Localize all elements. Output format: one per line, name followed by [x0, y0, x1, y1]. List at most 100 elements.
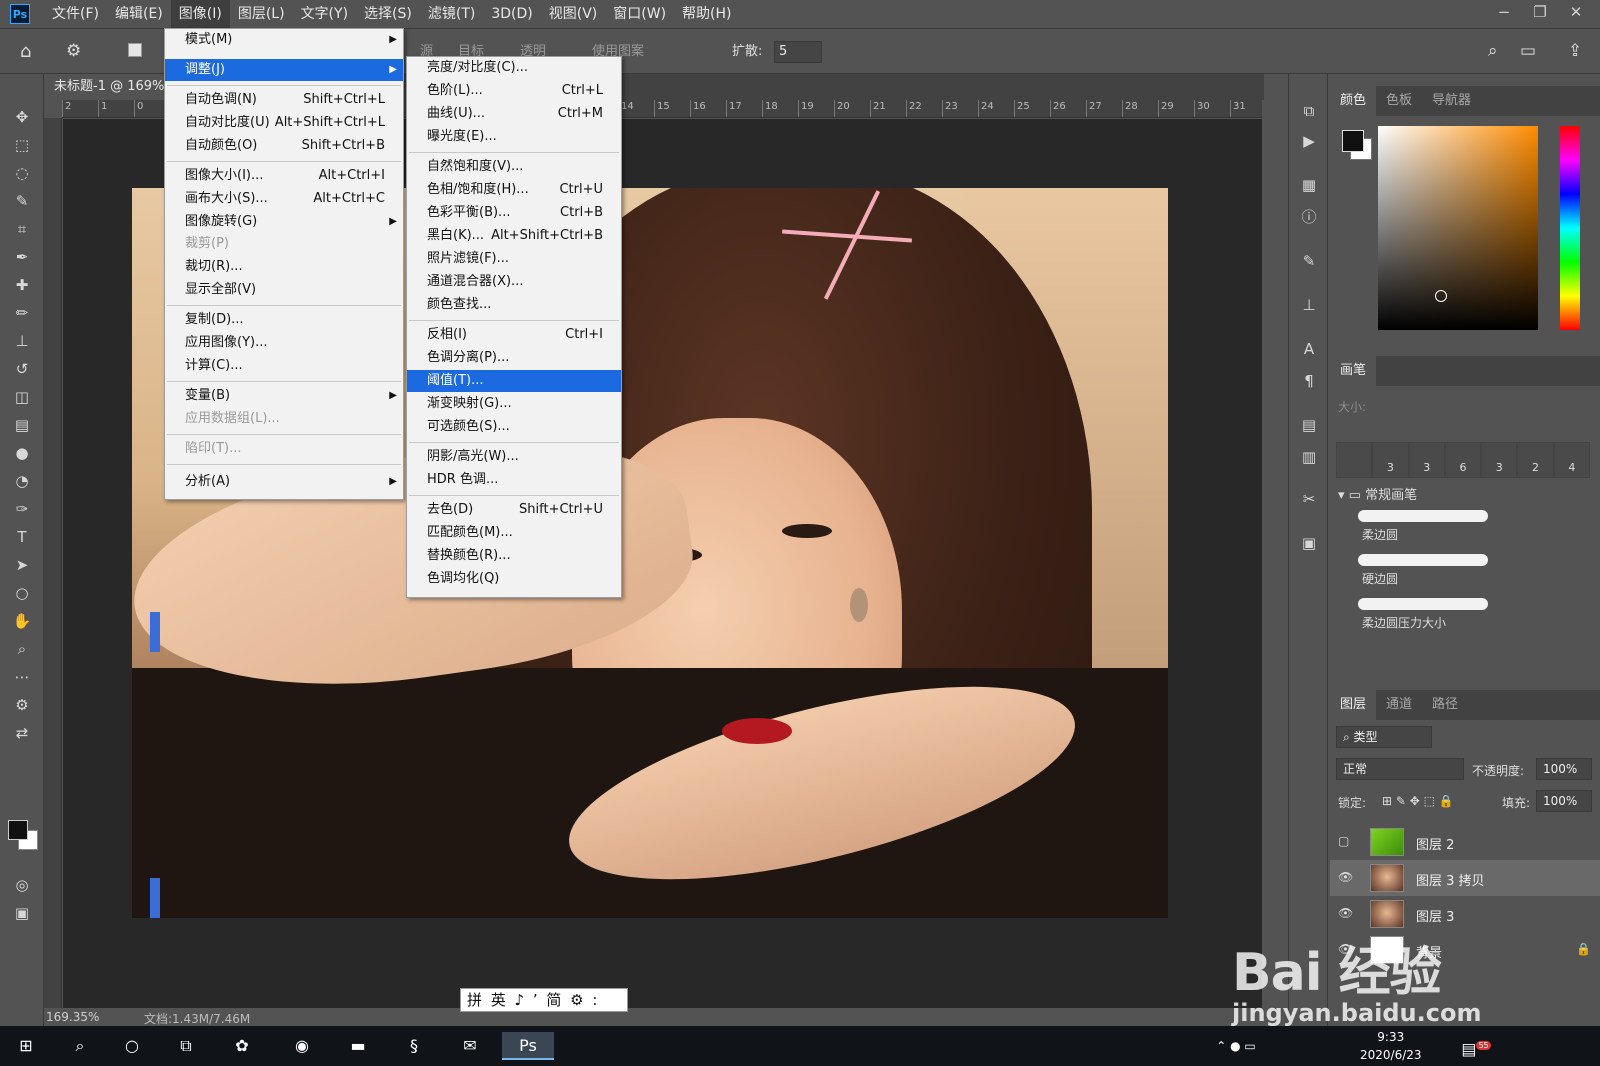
menu-item-image-size[interactable]: 图像大小(I)... Alt+Ctrl+I — [165, 165, 403, 187]
properties-icon[interactable]: ▣ — [1297, 532, 1321, 554]
menu-item-threshold[interactable]: 阈值(T)... — [407, 370, 621, 392]
menu-item-apply-image[interactable]: 应用图像(Y)... — [165, 332, 403, 354]
hand-tool-icon[interactable]: ✋ — [10, 610, 34, 632]
ime-toolbar[interactable]: 拼 英 ♪ ’ 简 ⚙ : — [460, 988, 628, 1012]
menu-item-curves[interactable]: 曲线(U)... Ctrl+M — [407, 103, 621, 125]
menu-item-reveal-all[interactable]: 显示全部(V) — [165, 279, 403, 301]
blur-tool-icon[interactable]: ● — [10, 442, 34, 464]
tool-presets-icon[interactable]: ✂ — [1297, 488, 1321, 510]
paragraph-icon[interactable]: ¶ — [1297, 370, 1321, 392]
menu-item-vibrance[interactable]: 自然饱和度(V)... — [407, 156, 621, 178]
brush-preset[interactable]: 2 — [1517, 442, 1554, 478]
crop-tool-icon[interactable]: ⌗ — [10, 218, 34, 240]
restore-icon[interactable]: ❐ — [1522, 0, 1558, 28]
menu-file[interactable]: 文件(F) — [44, 0, 107, 28]
menu-item-auto-color[interactable]: 自动颜色(O) Shift+Ctrl+B — [165, 135, 403, 157]
lock-icons[interactable]: ⊞ ✎ ✥ ⬚ 🔒 — [1382, 794, 1454, 808]
document-info[interactable]: 文档:1.43M/7.46M — [144, 1010, 250, 1027]
brush-preset[interactable]: 3 — [1372, 442, 1409, 478]
menu-item-variables[interactable]: 变量(B) ▶ — [165, 385, 403, 407]
menu-item-levels[interactable]: 色阶(L)... Ctrl+L — [407, 80, 621, 102]
clone-stamp-tool-icon[interactable]: ⊥ — [10, 330, 34, 352]
blend-mode-select[interactable]: 正常 — [1336, 758, 1464, 780]
menu-view[interactable]: 视图(V) — [541, 0, 606, 28]
tab-channels[interactable]: 通道 — [1376, 690, 1422, 720]
visibility-off-icon[interactable]: ▢ — [1338, 834, 1354, 848]
eyedropper-tool-icon[interactable]: ✒ — [10, 246, 34, 268]
menu-item-auto-tone[interactable]: 自动色调(N) Shift+Ctrl+L — [165, 89, 403, 111]
cortana-icon[interactable]: ○ — [112, 1032, 152, 1060]
tab-layers[interactable]: 图层 — [1330, 690, 1377, 720]
brush-preset[interactable] — [1336, 442, 1373, 478]
menu-item-equalize[interactable]: 色调均化(Q) — [407, 568, 621, 590]
menu-item-desaturate[interactable]: 去色(D) Shift+Ctrl+U — [407, 499, 621, 521]
menu-item-mode[interactable]: 模式(M) ▶ — [165, 29, 403, 51]
brush-item[interactable]: 柔边圆压力大小 — [1358, 598, 1488, 636]
share-icon[interactable]: ⇪ — [1568, 41, 1582, 61]
tab-color[interactable]: 颜色 — [1330, 86, 1377, 116]
brush-item[interactable]: 硬边圆 — [1358, 554, 1488, 592]
adjustments-icon[interactable]: ▦ — [1297, 174, 1321, 196]
menu-item-image-rotation[interactable]: 图像旋转(G) ▶ — [165, 211, 403, 233]
menu-help[interactable]: 帮助(H) — [674, 0, 739, 28]
edit-toolbar-icon[interactable]: ⋯ — [10, 666, 34, 688]
photoshop-taskbar-icon[interactable]: Ps — [502, 1032, 554, 1060]
document-tab[interactable]: 未标题-1 @ 169% — [44, 74, 175, 100]
menu-select[interactable]: 选择(S) — [356, 0, 420, 28]
brush-item[interactable]: 柔边圆 — [1358, 510, 1488, 548]
brush-preset[interactable]: 4 — [1553, 442, 1590, 478]
history-brush-tool-icon[interactable]: ↺ — [10, 358, 34, 380]
menu-edit[interactable]: 编辑(E) — [107, 0, 171, 28]
info-icon[interactable]: ⓘ — [1297, 206, 1321, 228]
eraser-tool-icon[interactable]: ◫ — [10, 386, 34, 408]
healing-tool-icon[interactable]: ✚ — [10, 274, 34, 296]
chrome-icon[interactable]: ◉ — [282, 1032, 322, 1060]
search-icon[interactable]: ⌕ — [1488, 41, 1498, 61]
foreground-color-swatch[interactable] — [1342, 130, 1364, 152]
foreground-color-swatch[interactable] — [8, 820, 28, 840]
menu-window[interactable]: 窗口(W) — [605, 0, 674, 28]
menu-item-color-balance[interactable]: 色彩平衡(B)... Ctrl+B — [407, 202, 621, 224]
glyphs-icon[interactable]: ▤ — [1297, 414, 1321, 436]
tab-navigator[interactable]: 导航器 — [1422, 86, 1481, 116]
system-clock[interactable]: 9:33 2020/6/23 — [1360, 1028, 1422, 1064]
character-icon[interactable]: A — [1297, 338, 1321, 360]
brush-settings-icon[interactable]: ✎ — [1297, 250, 1321, 272]
color-picker-field[interactable] — [1378, 126, 1538, 330]
menu-filter[interactable]: 滤镜(T) — [420, 0, 483, 28]
layer-row[interactable]: 👁 图层 3 — [1330, 896, 1600, 932]
menu-item-posterize[interactable]: 色调分离(P)... — [407, 347, 621, 369]
menu-item-analysis[interactable]: 分析(A) ▶ — [165, 471, 403, 493]
menu-item-gradient-map[interactable]: 渐变映射(G)... — [407, 393, 621, 415]
hue-slider[interactable] — [1560, 126, 1580, 330]
menu-item-channel-mixer[interactable]: 通道混合器(X)... — [407, 271, 621, 293]
file-explorer-icon[interactable]: ▬ — [338, 1032, 378, 1060]
fill-input[interactable]: 100% — [1536, 790, 1592, 812]
menu-item-adjustments[interactable]: 调整(J) ▶ — [165, 59, 403, 81]
patch-tool-icon[interactable]: ⚙ — [66, 41, 81, 61]
zoom-tool-icon[interactable]: ⌕ — [10, 638, 34, 660]
actions-play-icon[interactable]: ▶ — [1297, 130, 1321, 152]
marquee-tool-icon[interactable]: ⬚ — [10, 134, 34, 156]
menu-item-exposure[interactable]: 曝光度(E)... — [407, 126, 621, 148]
menu-item-color-lookup[interactable]: 颜色查找... — [407, 294, 621, 316]
windows-start-icon[interactable]: ⊞ — [6, 1032, 46, 1060]
app-s-icon[interactable]: § — [394, 1032, 434, 1060]
notes-icon[interactable]: ▥ — [1297, 446, 1321, 468]
home-icon[interactable]: ⌂ — [20, 41, 31, 62]
gradient-tool-icon[interactable]: ▤ — [10, 414, 34, 436]
menu-item-hdr-toning[interactable]: HDR 色调... — [407, 469, 621, 491]
menu-item-auto-contrast[interactable]: 自动对比度(U) Alt+Shift+Ctrl+L — [165, 112, 403, 134]
menu-item-photo-filter[interactable]: 照片滤镜(F)... — [407, 248, 621, 270]
notification-icon[interactable]: ▤ 55 — [1456, 1032, 1496, 1060]
history-icon[interactable]: ⧉ — [1297, 100, 1321, 122]
brush-preset[interactable]: 3 — [1408, 442, 1445, 478]
tab-paths[interactable]: 路径 — [1422, 690, 1468, 720]
spread-input[interactable]: 5 — [774, 41, 822, 63]
zoom-level[interactable]: 169.35% — [46, 1010, 99, 1024]
more-tools-icon[interactable]: ⚙ — [10, 694, 34, 716]
tray-icons[interactable]: ⌃ ● ▭ ◠ ◁)) — [1216, 1032, 1256, 1060]
color-picker-cursor[interactable] — [1435, 290, 1447, 302]
menu-item-invert[interactable]: 反相(I) Ctrl+I — [407, 324, 621, 346]
menu-image[interactable]: 图像(I) — [170, 0, 230, 28]
